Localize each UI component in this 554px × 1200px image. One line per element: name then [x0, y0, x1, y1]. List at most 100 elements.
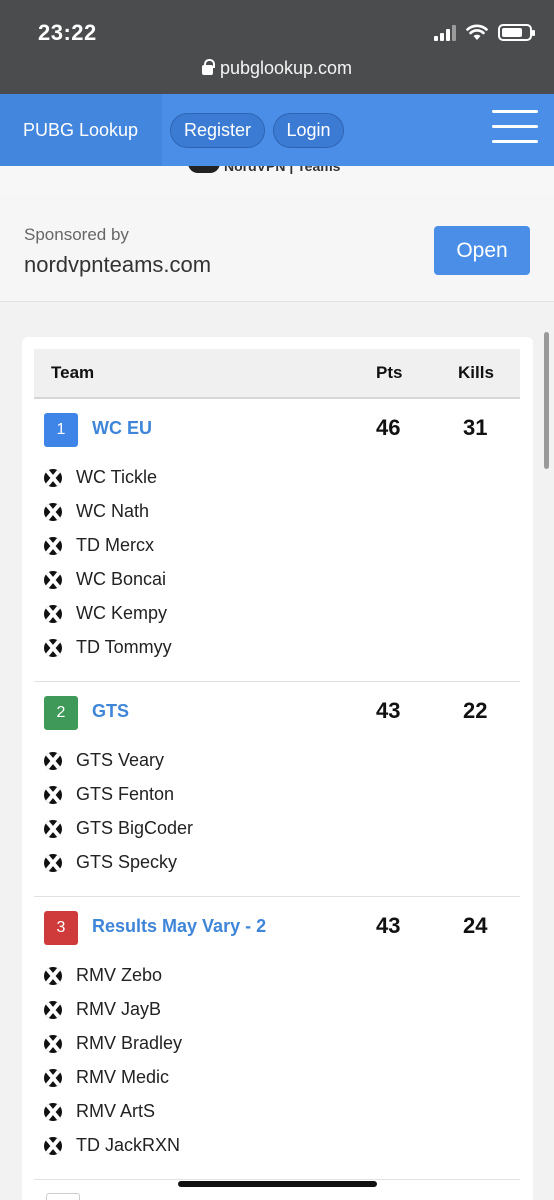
xbox-icon — [44, 503, 62, 521]
team-points: 43 — [376, 913, 401, 938]
player-name[interactable]: WC Nath — [76, 501, 149, 522]
header-team[interactable]: Team — [51, 363, 94, 383]
player-row[interactable]: GTS Fenton — [34, 780, 520, 814]
player-row[interactable]: RMV ArtS — [34, 1097, 520, 1131]
sponsored-label: Sponsored by — [24, 225, 129, 244]
player-name[interactable]: WC Boncai — [76, 569, 166, 590]
xbox-icon — [44, 967, 62, 985]
player-row[interactable]: WC Tickle — [34, 463, 520, 497]
header-kills[interactable]: Kills — [458, 363, 494, 383]
player-name[interactable]: TD Mercx — [76, 535, 154, 556]
xbox-icon — [44, 469, 62, 487]
team-row: 2 GTS 43 22 GTS Veary GTS Fenton GTS BigCoder G… — [34, 682, 520, 897]
player-name[interactable]: GTS Veary — [76, 750, 164, 771]
player-name[interactable]: WC Tickle — [76, 467, 157, 488]
player-row[interactable]: TD JackRXN — [34, 1131, 520, 1165]
team-header: 1 WC EU 46 31 — [34, 399, 520, 459]
address-bar[interactable]: pubglookup.com — [0, 58, 554, 79]
team-points: 43 — [376, 698, 401, 723]
xbox-icon — [44, 1001, 62, 1019]
team-list: 1 WC EU 46 31 WC Tickle WC Nath TD Mercx WC Bon… — [34, 399, 520, 1180]
rank-badge: 3 — [44, 911, 78, 945]
player-name[interactable]: RMV Bradley — [76, 1033, 182, 1054]
site-navbar: PUBG Lookup Register Login — [0, 94, 554, 166]
status-icons — [434, 24, 535, 41]
team-name-link[interactable]: GTS — [92, 701, 129, 722]
player-row[interactable]: GTS BigCoder — [34, 814, 520, 848]
player-row[interactable]: TD Mercx — [34, 531, 520, 565]
player-list: GTS Veary GTS Fenton GTS BigCoder GTS Speck… — [34, 742, 520, 896]
player-name[interactable]: WC Kempy — [76, 603, 167, 624]
team-row: 1 WC EU 46 31 WC Tickle WC Nath TD Mercx WC Bon… — [34, 399, 520, 682]
login-button[interactable]: Login — [273, 113, 344, 148]
leaderboard-table: Team Pts Kills 1 WC EU 46 31 WC Tickle WC Nat… — [34, 349, 520, 1180]
sponsor-panel: Sponsored by nordvpnteams.com Open — [0, 196, 554, 302]
team-header: 2 GTS 43 22 — [34, 682, 520, 742]
home-indicator[interactable] — [178, 1181, 377, 1187]
status-time: 23:22 — [38, 20, 97, 45]
team-kills: 22 — [463, 698, 488, 723]
player-row[interactable]: RMV Medic — [34, 1063, 520, 1097]
xbox-icon — [44, 1103, 62, 1121]
xbox-icon — [44, 820, 62, 838]
team-row: 3 Results May Vary - 2 43 24 RMV Zebo RMV Jay… — [34, 897, 520, 1180]
xbox-icon — [44, 786, 62, 804]
player-name[interactable]: GTS Specky — [76, 852, 177, 873]
nordvpn-logo-icon — [188, 166, 220, 173]
player-name[interactable]: RMV JayB — [76, 999, 161, 1020]
player-row[interactable]: GTS Veary — [34, 746, 520, 780]
team-kills: 24 — [463, 913, 488, 938]
player-name[interactable]: GTS BigCoder — [76, 818, 193, 839]
url-text: pubglookup.com — [219, 58, 353, 78]
player-name[interactable]: RMV Medic — [76, 1067, 169, 1088]
player-row[interactable]: RMV Bradley — [34, 1029, 520, 1063]
player-name[interactable]: RMV Zebo — [76, 965, 162, 986]
team-header: 3 Results May Vary - 2 43 24 — [34, 897, 520, 957]
player-row[interactable]: TD Tommyy — [34, 633, 520, 667]
sponsor-domain: nordvpnteams.com — [24, 252, 212, 277]
xbox-icon — [44, 1137, 62, 1155]
xbox-icon — [44, 854, 62, 872]
xbox-icon — [44, 537, 62, 555]
team-name-link[interactable]: Results May Vary - 2 — [92, 916, 266, 937]
player-row[interactable]: GTS Specky — [34, 848, 520, 882]
open-ad-button[interactable]: Open — [434, 226, 530, 275]
brand-area[interactable]: PUBG Lookup — [0, 94, 162, 166]
player-name[interactable]: GTS Fenton — [76, 784, 174, 805]
wifi-icon — [466, 24, 488, 40]
cellular-signal-icon — [434, 24, 456, 41]
player-name[interactable]: RMV ArtS — [76, 1101, 155, 1122]
player-row[interactable]: WC Kempy — [34, 599, 520, 633]
register-button[interactable]: Register — [170, 113, 265, 148]
brand-link[interactable]: PUBG Lookup — [23, 120, 138, 141]
team-name-link[interactable]: WC EU — [92, 418, 152, 439]
team-points: 46 — [376, 415, 401, 440]
menu-icon[interactable] — [492, 110, 538, 144]
player-list: RMV Zebo RMV JayB RMV Bradley RMV Medic RMV … — [34, 957, 520, 1179]
player-name[interactable]: TD JackRXN — [76, 1135, 180, 1156]
xbox-icon — [44, 1035, 62, 1053]
lock-icon — [201, 59, 215, 75]
player-name[interactable]: TD Tommyy — [76, 637, 172, 658]
xbox-icon — [44, 605, 62, 623]
xbox-icon — [44, 752, 62, 770]
leaderboard-card: Team Pts Kills 1 WC EU 46 31 WC Tickle WC Nat… — [22, 337, 533, 1200]
header-pts[interactable]: Pts — [376, 363, 402, 383]
player-row[interactable]: RMV JayB — [34, 995, 520, 1029]
xbox-icon — [44, 1069, 62, 1087]
ad-logo: NordVPN | Teams — [188, 166, 340, 174]
battery-icon — [498, 24, 535, 41]
xbox-icon — [44, 639, 62, 657]
next-rank-badge — [46, 1193, 80, 1200]
player-row[interactable]: RMV Zebo — [34, 961, 520, 995]
player-row[interactable]: WC Nath — [34, 497, 520, 531]
rank-badge: 1 — [44, 413, 78, 447]
scrollbar[interactable] — [544, 332, 549, 469]
rank-badge: 2 — [44, 696, 78, 730]
team-kills: 31 — [463, 415, 488, 440]
ad-banner[interactable]: NordVPN | Teams — [0, 166, 554, 196]
table-header: Team Pts Kills — [34, 349, 520, 399]
xbox-icon — [44, 571, 62, 589]
browser-chrome: 23:22 pubglookup.com — [0, 0, 554, 94]
player-row[interactable]: WC Boncai — [34, 565, 520, 599]
